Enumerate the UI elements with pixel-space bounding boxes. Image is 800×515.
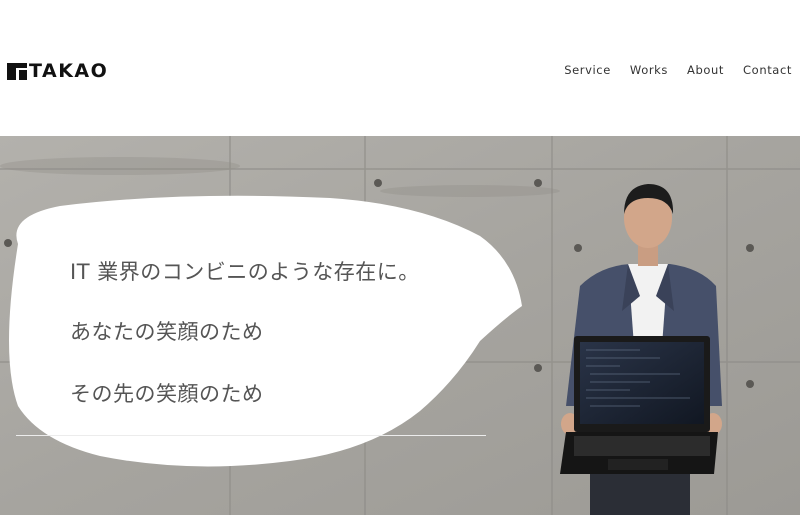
nav-contact[interactable]: Contact — [743, 62, 792, 78]
nav-works[interactable]: Works — [630, 62, 668, 78]
main-nav: Service Works About Contact — [564, 62, 792, 78]
bubble-divider — [16, 435, 486, 436]
hero-line-1: IT 業界のコンビニのような存在に。 — [70, 260, 420, 284]
nav-service[interactable]: Service — [564, 62, 611, 78]
site-header: TAKAO Service Works About Contact — [0, 0, 800, 136]
logo-text: TAKAO — [29, 60, 109, 82]
site-logo[interactable]: TAKAO — [7, 60, 108, 82]
hero-line-3: その先の笑顔のため — [70, 382, 264, 406]
logo-mark-icon — [7, 62, 27, 80]
nav-about[interactable]: About — [687, 62, 724, 78]
laptop-illustration — [560, 336, 718, 474]
hero-line-2: あなたの笑顔のため — [70, 320, 264, 344]
hero-section: IT 業界のコンビニのような存在に。 あなたの笑顔のため その先の笑顔のため — [0, 136, 800, 515]
